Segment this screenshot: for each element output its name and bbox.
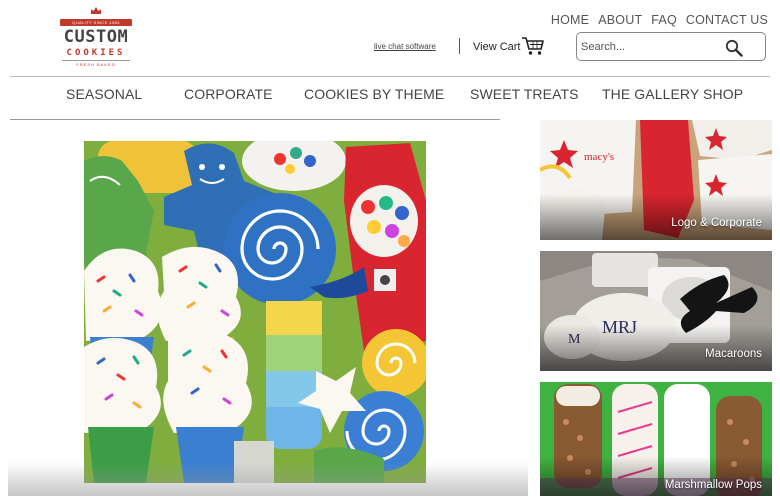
- logo-custom-text: CUSTOM: [63, 27, 129, 47]
- tile-macaroons[interactable]: MRJ M Macaroons: [540, 251, 772, 371]
- crown-icon: [91, 7, 101, 14]
- tile-label: Logo & Corporate: [671, 217, 762, 229]
- top-nav-contact[interactable]: CONTACT US: [686, 13, 768, 27]
- search-icon[interactable]: [725, 39, 743, 57]
- logo-top-text: QUALITY SINCE 1983: [72, 20, 120, 25]
- tile-marshmallow-pops[interactable]: Marshmallow Pops: [540, 382, 772, 496]
- nav-cookies-by-theme[interactable]: COOKIES BY THEME: [304, 86, 444, 102]
- nav-seasonal[interactable]: SEASONAL: [66, 86, 142, 102]
- tile-label: Marshmallow Pops: [664, 479, 762, 491]
- hero-fade-overlay: [8, 462, 528, 496]
- search-input[interactable]: [581, 37, 721, 57]
- logo-tagline: FRESH BAKED: [76, 62, 116, 67]
- search-box: [576, 32, 766, 61]
- top-nav: HOME ABOUT FAQ CONTACT US: [551, 13, 768, 27]
- top-nav-home[interactable]: HOME: [551, 13, 589, 27]
- tile-logo-corporate[interactable]: macy's Logo & Corporate: [540, 120, 772, 240]
- main-nav: SEASONAL CORPORATE COOKIES BY THEME SWEE…: [0, 86, 780, 106]
- shopping-cart-icon[interactable]: [521, 36, 545, 56]
- tile-cookie-text: macy's: [584, 151, 614, 163]
- logo-cookies-text: COOKIES: [66, 48, 126, 58]
- nav-gallery-shop[interactable]: THE GALLERY SHOP: [602, 86, 743, 102]
- tile-label: Macaroons: [705, 348, 762, 360]
- nav-sweet-treats[interactable]: SWEET TREATS: [470, 86, 579, 102]
- top-nav-about[interactable]: ABOUT: [598, 13, 642, 27]
- cookie-assortment-illustration: [84, 141, 426, 483]
- site-logo[interactable]: QUALITY SINCE 1983 CUSTOM COOKIES FRESH …: [58, 6, 134, 72]
- logo-rule: [62, 60, 130, 61]
- top-nav-faq[interactable]: FAQ: [651, 13, 677, 27]
- nav-corporate[interactable]: CORPORATE: [184, 86, 273, 102]
- hero-cookies-image[interactable]: [84, 141, 426, 483]
- header-rule: [10, 76, 770, 77]
- live-chat-link[interactable]: live chat software: [374, 42, 436, 51]
- view-cart-link[interactable]: View Cart: [473, 41, 520, 53]
- header-divider: [459, 38, 460, 54]
- nav-rule: [10, 119, 500, 120]
